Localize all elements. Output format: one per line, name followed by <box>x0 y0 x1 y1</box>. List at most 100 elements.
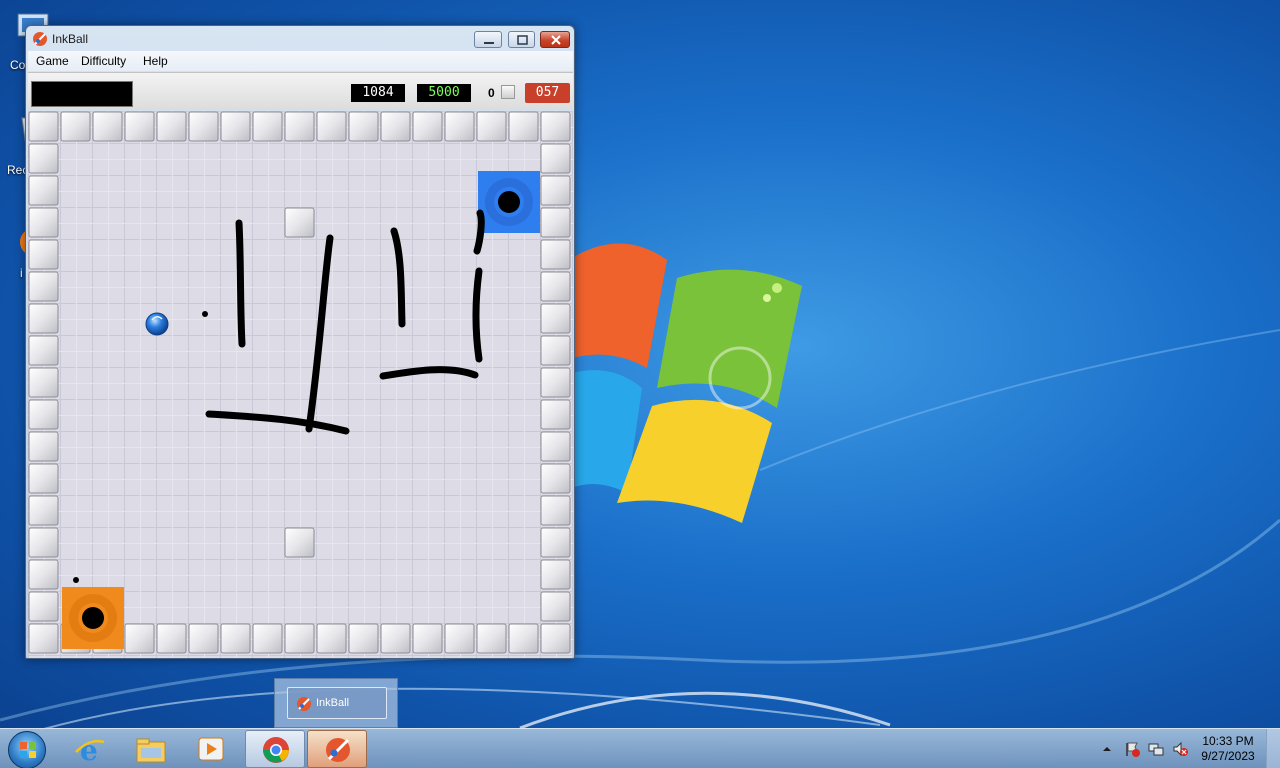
network-icon[interactable] <box>1148 741 1164 757</box>
orange-goal-hole <box>62 587 124 649</box>
wall-tile <box>28 175 59 206</box>
wall-tile <box>28 239 59 270</box>
wall-tile <box>28 367 59 398</box>
wall-tile <box>284 207 315 238</box>
window-title: InkBall <box>52 32 89 46</box>
wall-tile <box>540 303 571 334</box>
wall-tile <box>28 527 59 558</box>
computer-label: Co <box>10 58 26 72</box>
svg-text:e: e <box>80 734 98 764</box>
wall-tile <box>540 527 571 558</box>
wall-tile <box>28 271 59 302</box>
wall-tile <box>540 239 571 270</box>
show-hidden-icons-icon[interactable] <box>1099 741 1115 757</box>
wall-tile <box>540 271 571 302</box>
wall-tile <box>156 623 187 654</box>
score-display: 1084 <box>351 84 405 102</box>
action-center-icon[interactable] <box>1124 741 1140 757</box>
windows-flag-icon <box>20 742 36 758</box>
media-player-icon <box>198 737 224 761</box>
wall-tile <box>252 623 283 654</box>
close-button[interactable] <box>540 31 570 48</box>
wall-tile <box>188 111 219 142</box>
wall-tile <box>316 111 347 142</box>
inkball-window[interactable]: InkBall Game Difficulty Help 1084 5000 0… <box>25 25 575 659</box>
wall-tile <box>316 623 347 654</box>
ink-meter <box>31 81 133 107</box>
start-button[interactable] <box>8 731 46 768</box>
wall-tile <box>28 591 59 622</box>
wall-tile <box>28 431 59 462</box>
wall-tile <box>28 399 59 430</box>
wall-tile <box>540 111 571 142</box>
taskbar-file-explorer[interactable] <box>121 730 181 768</box>
preview-item[interactable]: InkBall <box>287 687 387 719</box>
wall-tile <box>540 463 571 494</box>
wall-tile <box>124 623 155 654</box>
clock-date: 9/27/2023 <box>1201 749 1255 763</box>
inkball-app-icon <box>33 32 47 46</box>
wall-tile <box>348 111 379 142</box>
maximize-button[interactable] <box>508 31 535 48</box>
board-canvas[interactable] <box>28 111 573 658</box>
wall-tile <box>508 111 539 142</box>
target-score-display: 5000 <box>417 84 471 102</box>
blue-goal-hole <box>478 171 540 233</box>
preview-label: InkBall <box>316 697 350 709</box>
wall-tile <box>284 623 315 654</box>
wall-tile <box>28 111 59 142</box>
wall-tile <box>284 111 315 142</box>
taskbar-media-player[interactable] <box>181 730 241 768</box>
taskbar-internet-explorer[interactable]: e <box>60 730 120 768</box>
wall-tile <box>220 111 251 142</box>
wall-tile <box>508 623 539 654</box>
blue-ball <box>145 312 169 336</box>
firefox-label: i <box>20 266 23 280</box>
wall-tile <box>412 111 443 142</box>
wall-tile <box>28 335 59 366</box>
wall-tile <box>540 623 571 654</box>
wall-tile <box>28 623 59 654</box>
wall-tile <box>28 559 59 590</box>
wall-tile <box>28 495 59 526</box>
wall-tile <box>540 207 571 238</box>
wall-tile <box>380 623 411 654</box>
show-desktop-button[interactable] <box>1266 729 1280 768</box>
wall-tile <box>28 303 59 334</box>
wall-tile <box>188 623 219 654</box>
clock-time: 10:33 PM <box>1202 734 1254 748</box>
wall-tile <box>444 623 475 654</box>
taskbar: e 10:33 PM 9/27/2023 <box>0 728 1280 768</box>
wall-tile <box>444 111 475 142</box>
system-clock[interactable]: 10:33 PM 9/27/2023 <box>1188 734 1268 764</box>
wall-tile <box>540 399 571 430</box>
title-bar[interactable]: InkBall <box>26 26 574 52</box>
wall-tile <box>220 623 251 654</box>
wall-tile <box>476 111 507 142</box>
file-explorer-icon <box>136 738 166 763</box>
wall-tile <box>540 143 571 174</box>
balls-caught-icon <box>501 85 515 99</box>
wall-tile <box>28 463 59 494</box>
minimize-button[interactable] <box>474 31 502 48</box>
wall-tile <box>348 623 379 654</box>
wall-tile <box>60 111 91 142</box>
inkball-icon <box>297 697 311 711</box>
wall-tile <box>28 207 59 238</box>
menu-help[interactable]: Help <box>143 54 168 68</box>
wall-tile <box>540 175 571 206</box>
inkball-icon <box>326 738 350 762</box>
wall-tile <box>476 623 507 654</box>
wall-tile <box>252 111 283 142</box>
timer-display: 057 <box>525 83 570 103</box>
taskbar-preview[interactable]: InkBall <box>274 678 398 728</box>
taskbar-chrome[interactable] <box>245 730 305 768</box>
game-board[interactable] <box>28 111 573 658</box>
menu-game[interactable]: Game <box>36 54 69 68</box>
wall-tile <box>380 111 411 142</box>
volume-muted-icon[interactable] <box>1172 741 1188 757</box>
wall-tile <box>28 143 59 174</box>
menu-difficulty[interactable]: Difficulty <box>81 54 126 68</box>
wall-tile <box>156 111 187 142</box>
taskbar-inkball[interactable] <box>307 730 367 768</box>
